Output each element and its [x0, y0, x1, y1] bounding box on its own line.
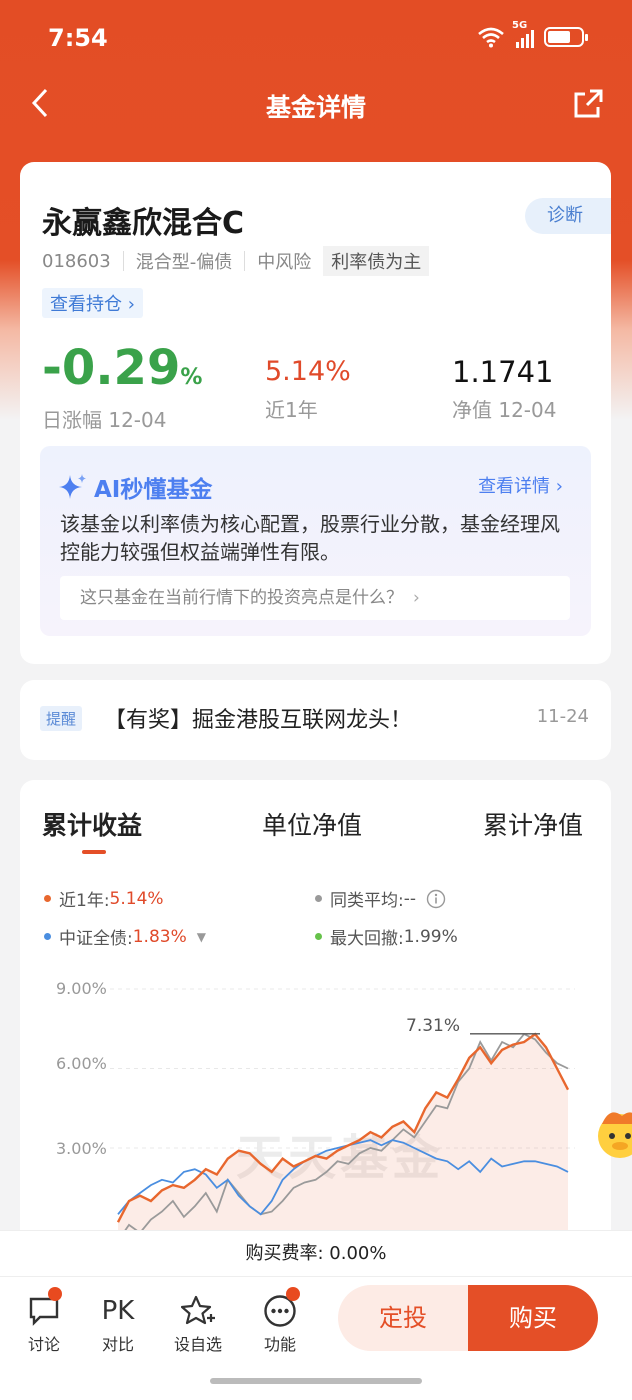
legend-fund-value: 5.14% — [109, 888, 164, 909]
notification-dot — [286, 1287, 300, 1301]
fund-name: 永赢鑫欣混合C — [42, 206, 245, 241]
legend-benchmark-label: 中证全债: — [59, 929, 133, 949]
year-return-label: 近1年 — [265, 398, 318, 422]
reminder-card[interactable]: 提醒 【有奖】掘金港股互联网龙头！ 11-24 — [20, 680, 611, 760]
buy-button[interactable]: 购买 — [468, 1285, 598, 1351]
fund-code: 018603 — [42, 250, 111, 272]
share-icon — [574, 89, 603, 118]
fund-meta: 018603 混合型-偏债 中风险 利率债为主 — [42, 246, 430, 276]
discuss-button[interactable]: 讨论 — [14, 1287, 74, 1355]
legend-drawdown-label: 最大回撤: — [330, 929, 404, 949]
legend-drawdown: 最大回撤: 1.99% — [315, 924, 458, 949]
daily-change-value: -0.29 — [42, 340, 181, 396]
cellular-signal-icon: 5G — [512, 20, 534, 48]
legend-average: 同类平均: -- — [315, 886, 446, 911]
compare-label: 对比 — [101, 1335, 134, 1354]
nav-bar: 基金详情 — [0, 80, 632, 132]
nav-value: 1.1741 — [452, 355, 554, 389]
legend-drawdown-value: 1.99% — [403, 926, 458, 947]
reminder-date: 11-24 — [536, 706, 589, 727]
mascot-icon — [598, 1112, 632, 1158]
discuss-label: 讨论 — [27, 1335, 60, 1354]
sparkle-icon — [59, 474, 86, 499]
watchlist-label: 设自选 — [173, 1335, 222, 1354]
status-time: 7:54 — [48, 24, 108, 52]
share-button[interactable] — [572, 88, 604, 124]
more-functions-button[interactable]: 功能 — [250, 1287, 310, 1355]
more-functions-label: 功能 — [263, 1335, 296, 1354]
year-return-stat: 5.14% 近1年 — [265, 354, 351, 423]
diagnose-button[interactable]: 诊断 — [525, 198, 611, 234]
ai-description: 该基金以利率债为核心配置，股票行业分散，基金经理风控能力较强但权益端弹性有限。 — [60, 512, 560, 564]
ai-question-button[interactable]: 这只基金在当前行情下的投资亮点是什么？ › — [60, 576, 570, 620]
fund-area — [118, 1034, 568, 1230]
daily-change-unit: % — [180, 365, 203, 390]
pk-icon: PK — [101, 1296, 135, 1326]
status-bar: 7:54 5G — [0, 0, 632, 80]
auto-invest-button[interactable]: 定投 — [338, 1285, 468, 1351]
chevron-right-icon: › — [413, 588, 420, 608]
ai-title: AI秒懂基金 — [94, 477, 213, 503]
home-indicator[interactable] — [210, 1378, 422, 1384]
legend-fund-label: 近1年: — [59, 891, 110, 911]
mascot-float-button[interactable] — [592, 1104, 632, 1164]
fund-info-card: 永赢鑫欣混合C 诊断 018603 混合型-偏债 中风险 利率债为主 查看持仓 … — [20, 162, 611, 442]
watchlist-button[interactable]: 设自选 — [168, 1291, 228, 1355]
year-return-value: 5.14% — [265, 356, 351, 387]
fund-risk: 中风险 — [257, 252, 312, 273]
chevron-right-icon: › — [555, 476, 563, 497]
legend-benchmark-value: 1.83% — [132, 926, 187, 947]
ai-more-label: 查看详情 — [478, 476, 551, 497]
tab-cumulative-nav[interactable]: 累计净值 — [483, 806, 583, 842]
caret-down-icon: ▼ — [196, 929, 206, 944]
daily-change-stat: -0.29% 日涨幅 12-04 — [42, 344, 203, 433]
info-icon[interactable] — [426, 889, 446, 909]
legend-benchmark[interactable]: 中证全债: 1.83% ▼ — [44, 924, 206, 949]
battery-icon — [544, 27, 588, 47]
return-chart[interactable] — [0, 970, 632, 1230]
active-tab-indicator — [82, 850, 106, 854]
tab-unit-nav[interactable]: 单位净值 — [262, 806, 362, 842]
ai-question-text: 这只基金在当前行情下的投资亮点是什么？ — [80, 588, 403, 608]
ai-more-link[interactable]: 查看详情 › — [478, 472, 563, 498]
legend-fund: 近1年: 5.14% — [44, 886, 164, 911]
tab-cumulative-return[interactable]: 累计收益 — [42, 806, 142, 842]
notification-dot — [48, 1287, 62, 1301]
fund-type: 混合型-偏债 — [135, 252, 233, 273]
legend-average-label: 同类平均: — [330, 891, 404, 911]
page-title: 基金详情 — [265, 93, 366, 122]
ai-summary-panel[interactable]: AI秒懂基金 查看详情 › 该基金以利率债为核心配置，股票行业分散，基金经理风控… — [40, 446, 591, 636]
reminder-text: 【有奖】掘金港股互联网龙头！ — [104, 708, 413, 733]
purchase-fee-bar: 购买费率: 0.00% — [0, 1230, 632, 1276]
network-type-label: 5G — [512, 20, 528, 31]
nav-label: 净值 12-04 — [452, 398, 557, 422]
daily-change-label: 日涨幅 12-04 — [42, 408, 167, 432]
wifi-icon — [478, 27, 504, 48]
nav-stat: 1.1741 净值 12-04 — [452, 354, 556, 423]
reminder-tag: 提醒 — [40, 706, 83, 731]
fund-tag: 利率债为主 — [323, 246, 430, 276]
legend-average-value: -- — [403, 888, 417, 909]
star-plus-icon — [181, 1295, 215, 1325]
compare-button[interactable]: PK 对比 — [88, 1291, 148, 1355]
view-holdings-link[interactable]: 查看持仓 › — [42, 288, 143, 318]
